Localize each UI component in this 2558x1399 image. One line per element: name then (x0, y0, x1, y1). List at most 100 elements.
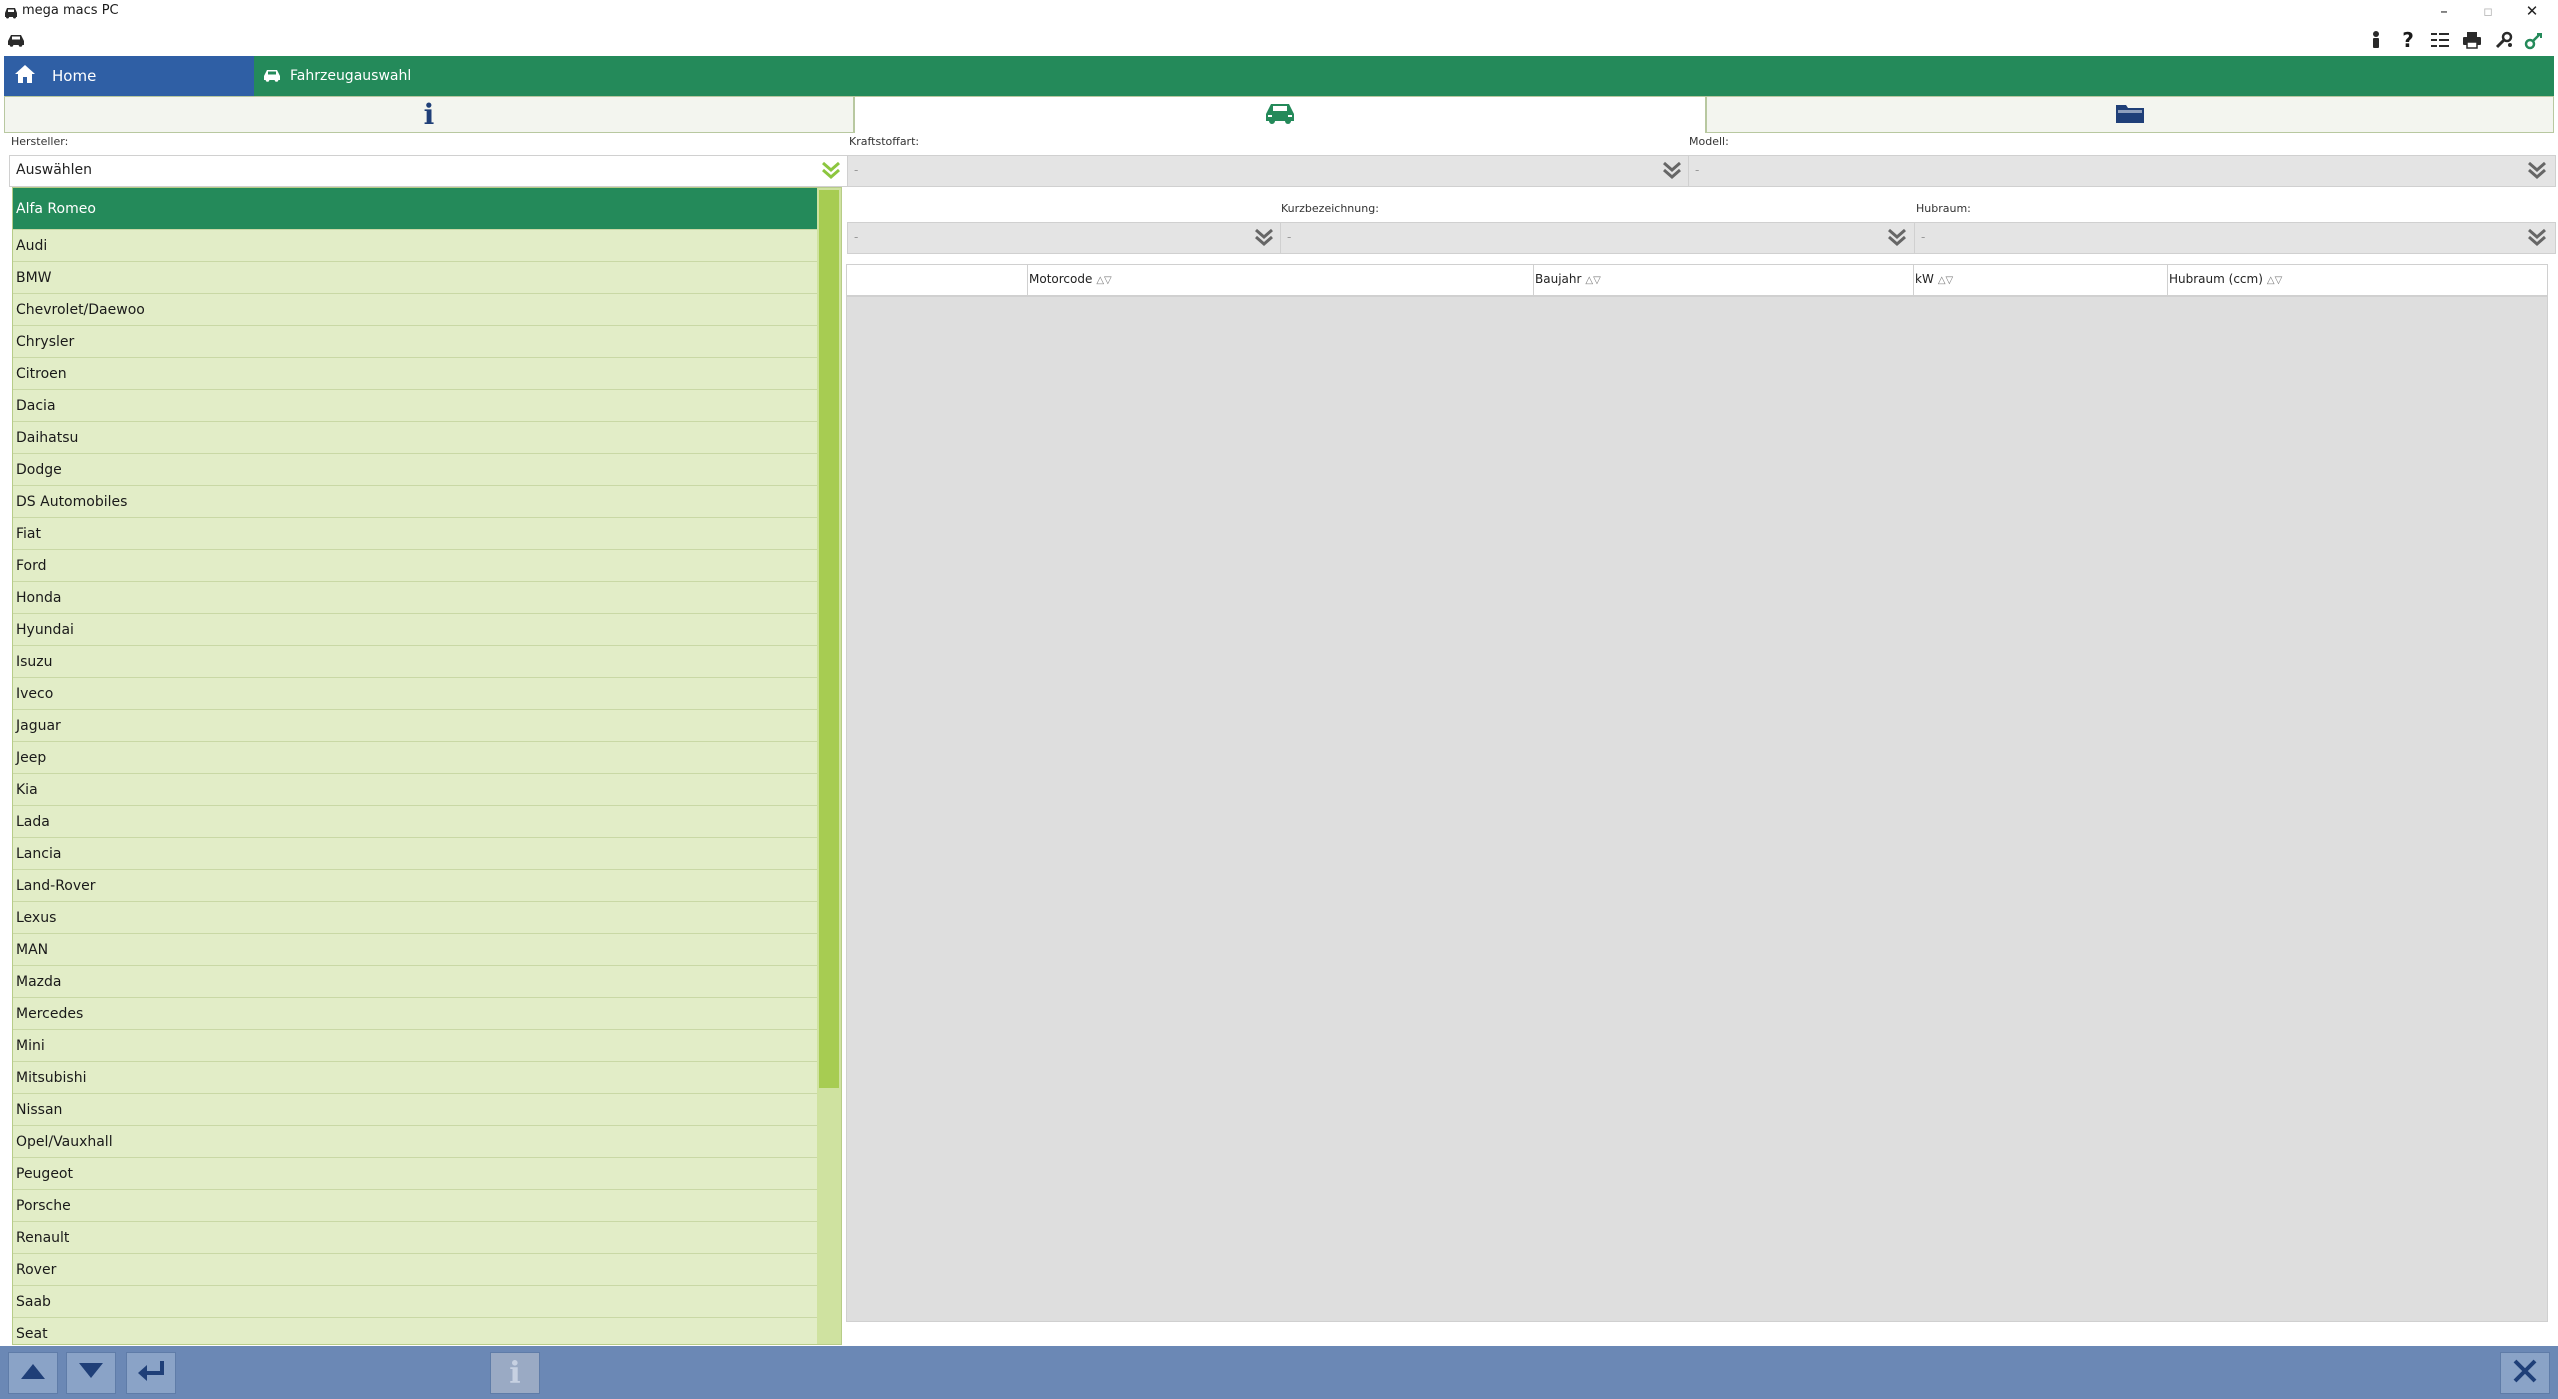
hubraum-select[interactable]: - (1914, 222, 2556, 254)
results-table-header: Motorcode △▽ Baujahr △▽ kW △▽ Hubraum (ccm)… (846, 264, 2548, 297)
list-item[interactable]: Mercedes (13, 998, 818, 1030)
list-item[interactable]: Honda (13, 582, 818, 614)
tools-icon[interactable] (2490, 26, 2518, 54)
filter-select[interactable]: - (847, 222, 1283, 254)
hersteller-label: Hersteller: (11, 135, 69, 148)
list-item[interactable]: Ford (13, 550, 818, 582)
scrollbar-thumb[interactable] (819, 190, 839, 1088)
sort-icon[interactable]: △▽ (1096, 275, 1111, 286)
list-item[interactable]: Hyundai (13, 614, 818, 646)
list-item[interactable]: Mini (13, 1030, 818, 1062)
hubraum-label: Hubraum: (1916, 202, 1971, 215)
dropdown-scrollbar[interactable] (817, 188, 841, 1344)
list-item[interactable]: Saab (13, 1286, 818, 1318)
close-window-button[interactable]: ✕ (2520, 1, 2544, 21)
results-table-body[interactable] (846, 296, 2548, 1322)
connection-icon[interactable] (2520, 26, 2548, 54)
list-item[interactable]: Kia (13, 774, 818, 806)
chevron-down-icon (1662, 160, 1682, 190)
kurzbezeichnung-label: Kurzbezeichnung: (1281, 202, 1379, 215)
app-car-icon (3, 4, 19, 23)
chevron-down-icon (2527, 160, 2547, 190)
sort-icon[interactable]: △▽ (1585, 275, 1600, 286)
list-item[interactable]: Porsche (13, 1190, 818, 1222)
list-item[interactable]: Dodge (13, 454, 818, 486)
chevron-down-icon (2527, 227, 2547, 257)
column-motorcode[interactable]: Motorcode △▽ (1029, 272, 1112, 286)
list-item[interactable]: Iveco (13, 678, 818, 710)
hubraum-value: - (1921, 230, 1926, 244)
list-item[interactable]: Jaguar (13, 710, 818, 742)
list-item[interactable]: Lexus (13, 902, 818, 934)
maximize-button[interactable]: ▫ (2476, 1, 2500, 21)
vehicle-icon[interactable] (2, 26, 30, 54)
column-baujahr[interactable]: Baujahr △▽ (1535, 272, 1601, 286)
tab-vehicle[interactable] (854, 96, 1706, 133)
enter-button[interactable] (126, 1352, 176, 1394)
sort-icon[interactable]: △▽ (1938, 275, 1953, 286)
list-item[interactable]: Fiat (13, 518, 818, 550)
breadcrumb-label: Fahrzeugauswahl (290, 68, 412, 84)
close-button[interactable] (2500, 1352, 2550, 1394)
kurzbezeichnung-value: - (1287, 230, 1292, 244)
arrow-up-button[interactable] (8, 1352, 58, 1394)
filter-value: - (854, 230, 859, 244)
list-item[interactable]: Renault (13, 1222, 818, 1254)
list-item[interactable]: Seat (13, 1318, 818, 1344)
sort-icon[interactable]: △▽ (2267, 275, 2282, 286)
arrow-up-icon (19, 1361, 47, 1385)
window-title: mega macs PC (22, 3, 119, 18)
info-icon: i (423, 98, 435, 131)
modell-label: Modell: (1689, 135, 1729, 148)
list-item[interactable]: Dacia (13, 390, 818, 422)
list-item[interactable]: MAN (13, 934, 818, 966)
chevron-down-icon (1254, 227, 1274, 257)
enter-icon (136, 1359, 166, 1387)
minimize-button[interactable]: – (2432, 1, 2456, 21)
arrow-down-button[interactable] (66, 1352, 116, 1394)
print-icon[interactable] (2458, 26, 2486, 54)
list-item[interactable]: Rover (13, 1254, 818, 1286)
settings-list-icon[interactable] (2426, 26, 2454, 54)
hersteller-dropdown-list[interactable]: Alfa Romeo Audi BMW Chevrolet/Daewoo Chrysl… (12, 187, 842, 1345)
person-icon[interactable] (2362, 26, 2390, 54)
list-item[interactable]: Peugeot (13, 1158, 818, 1190)
tab-folder[interactable] (1706, 96, 2554, 133)
kurzbezeichnung-select[interactable]: - (1280, 222, 1916, 254)
list-item[interactable]: Audi (13, 230, 818, 262)
list-item[interactable]: Lada (13, 806, 818, 838)
navigation-bar: Home Fahrzeugauswahl (4, 56, 2554, 96)
list-item[interactable]: Isuzu (13, 646, 818, 678)
list-item[interactable]: Jeep (13, 742, 818, 774)
list-item[interactable]: Citroen (13, 358, 818, 390)
list-item[interactable]: Land-Rover (13, 870, 818, 902)
list-item-selected[interactable]: Alfa Romeo (13, 188, 818, 230)
list-item[interactable]: DS Automobiles (13, 486, 818, 518)
folder-icon (2115, 101, 2145, 129)
help-icon[interactable]: ? (2394, 26, 2422, 54)
column-kw[interactable]: kW △▽ (1915, 272, 1953, 286)
info-button[interactable]: i (490, 1352, 540, 1394)
breadcrumb-fahrzeugauswahl[interactable]: Fahrzeugauswahl (262, 56, 411, 96)
hersteller-select[interactable]: Auswählen (9, 155, 850, 187)
car-icon (1263, 101, 1297, 129)
list-item[interactable]: Chrysler (13, 326, 818, 358)
list-item[interactable]: Lancia (13, 838, 818, 870)
list-item[interactable]: Opel/Vauxhall (13, 1126, 818, 1158)
list-item[interactable]: Nissan (13, 1094, 818, 1126)
list-item[interactable]: Mazda (13, 966, 818, 998)
arrow-down-icon (77, 1361, 105, 1385)
modell-select[interactable]: - (1688, 155, 2556, 187)
kraftstoffart-label: Kraftstoffart: (849, 135, 920, 148)
home-button[interactable]: Home (4, 56, 254, 96)
home-label: Home (52, 67, 97, 85)
list-item[interactable]: Chevrolet/Daewoo (13, 294, 818, 326)
list-item[interactable]: Mitsubishi (13, 1062, 818, 1094)
kraftstoffart-value: - (854, 163, 859, 177)
list-item[interactable]: BMW (13, 262, 818, 294)
kraftstoffart-select[interactable]: - (847, 155, 1691, 187)
bottom-bar: i (0, 1346, 2558, 1399)
tab-info[interactable]: i (4, 96, 854, 133)
list-item[interactable]: Daihatsu (13, 422, 818, 454)
column-hubraum-ccm[interactable]: Hubraum (ccm) △▽ (2169, 272, 2282, 286)
